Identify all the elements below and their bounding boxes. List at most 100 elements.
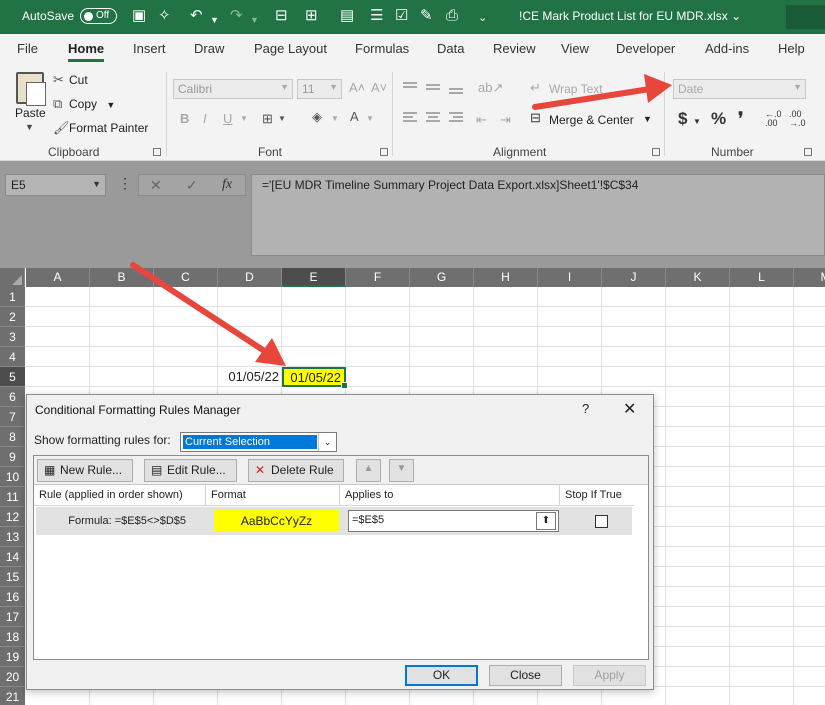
decrease-decimal-icon[interactable]: .00 →.0 [789, 110, 806, 128]
column-header-g[interactable]: G [410, 268, 474, 287]
column-header-d[interactable]: D [218, 268, 282, 287]
row-header-1[interactable]: 1 [0, 287, 25, 307]
close-icon[interactable]: ✕ [623, 399, 636, 419]
tab-file[interactable]: File [17, 41, 38, 56]
row-header-15[interactable]: 15 [0, 567, 25, 587]
column-header-a[interactable]: A [26, 268, 90, 287]
row-header-17[interactable]: 17 [0, 607, 25, 627]
paste-dropdown-icon[interactable]: ▼ [25, 122, 34, 132]
wrap-text-button[interactable]: Wrap Text [549, 82, 603, 96]
row-header-11[interactable]: 11 [0, 487, 25, 507]
cut-button[interactable]: ✂ Cut [53, 72, 88, 88]
row-header-3[interactable]: 3 [0, 327, 25, 347]
row-header-16[interactable]: 16 [0, 587, 25, 607]
underline-dropdown-icon[interactable]: ▼ [240, 114, 248, 123]
move-up-button[interactable]: ▲ [356, 459, 381, 482]
tab-view[interactable]: View [561, 41, 589, 56]
row-header-19[interactable]: 19 [0, 647, 25, 667]
font-launcher-icon[interactable] [380, 148, 388, 156]
name-box[interactable]: E5 ▼ [5, 174, 106, 196]
currency-dropdown-icon[interactable]: ▼ [693, 117, 701, 126]
font-size-select[interactable]: 11 ▼ [297, 79, 342, 99]
format-icon[interactable]: ⊟ [275, 7, 288, 25]
help-button[interactable]: ? [582, 401, 589, 416]
row-header-9[interactable]: 9 [0, 447, 25, 467]
row-header-8[interactable]: 8 [0, 427, 25, 447]
undo-icon[interactable]: ↶ [190, 7, 203, 25]
cancel-icon[interactable]: ✕ [150, 177, 162, 194]
insert-function-icon[interactable]: fx [222, 177, 232, 193]
row-header-2[interactable]: 2 [0, 307, 25, 327]
tab-formulas[interactable]: Formulas [355, 41, 409, 56]
delete-rule-button[interactable]: ✕ Delete Rule [248, 459, 344, 482]
redo-dropdown-icon[interactable]: ▼ [250, 11, 259, 29]
clipboard-launcher-icon[interactable] [153, 148, 161, 156]
table-row[interactable]: Formula: =$E$5<>$D$5 AaBbCcYyZz =$E$5 ⬆ [36, 507, 632, 535]
check-icon[interactable]: ☑ [395, 7, 408, 25]
column-header-k[interactable]: K [666, 268, 730, 287]
percent-icon[interactable]: % [711, 109, 726, 129]
increase-font-icon[interactable]: A˄ [349, 80, 365, 95]
paste-button[interactable]: Paste [15, 106, 46, 120]
autosave-toggle[interactable]: Off [80, 8, 117, 24]
tab-page-layout[interactable]: Page Layout [254, 41, 327, 56]
sheet-icon[interactable]: ▤ [340, 7, 354, 25]
ok-button[interactable]: OK [405, 665, 478, 686]
redo-icon[interactable]: ↷ [230, 7, 243, 25]
fill-color-icon[interactable]: ◈ [312, 109, 322, 125]
customize-qat-icon[interactable]: ⌄ [478, 9, 487, 27]
select-all-corner[interactable] [0, 268, 25, 287]
tab-draw[interactable]: Draw [194, 41, 224, 56]
column-header-f[interactable]: F [346, 268, 410, 287]
row-header-10[interactable]: 10 [0, 467, 25, 487]
underline-icon[interactable]: U [223, 111, 232, 126]
copy-dropdown-icon[interactable]: ▼ [106, 100, 115, 110]
merge-dropdown-icon[interactable]: ▼ [643, 114, 652, 124]
row-header-14[interactable]: 14 [0, 547, 25, 567]
search-box[interactable] [786, 5, 825, 29]
italic-icon[interactable]: I [203, 111, 207, 126]
tab-add-ins[interactable]: Add-ins [705, 41, 749, 56]
more-options-icon[interactable]: ⋮ [118, 175, 132, 192]
number-launcher-icon[interactable] [804, 148, 812, 156]
new-rule-button[interactable]: ▦ New Rule... [37, 459, 133, 482]
column-header-c[interactable]: C [154, 268, 218, 287]
undo-dropdown-icon[interactable]: ▼ [210, 11, 219, 29]
apply-button[interactable]: Apply [573, 665, 646, 686]
tab-review[interactable]: Review [493, 41, 536, 56]
decrease-indent-icon[interactable]: ⇤ [476, 112, 487, 128]
tab-help[interactable]: Help [778, 41, 805, 56]
borders-icon[interactable]: ⊞ [262, 111, 273, 127]
row-header-13[interactable]: 13 [0, 527, 25, 547]
row-header-7[interactable]: 7 [0, 407, 25, 427]
save-icon[interactable]: ▣ [132, 7, 146, 25]
increase-indent-icon[interactable]: ⇥ [500, 112, 511, 128]
tab-developer[interactable]: Developer [616, 41, 675, 56]
borders-dropdown-icon[interactable]: ▼ [278, 114, 286, 123]
stop-if-true-checkbox[interactable] [595, 515, 608, 528]
alignment-launcher-icon[interactable] [652, 148, 660, 156]
row-header-20[interactable]: 20 [0, 667, 25, 687]
table-icon[interactable]: ⊞ [305, 7, 318, 25]
move-down-button[interactable]: ▼ [389, 459, 414, 482]
close-button[interactable]: Close [489, 665, 562, 686]
row-header-6[interactable]: 6 [0, 387, 25, 407]
formula-input[interactable]: ='[EU MDR Timeline Summary Project Data … [251, 174, 825, 256]
row-header-4[interactable]: 4 [0, 347, 25, 367]
print-icon[interactable]: ⎙ [446, 7, 458, 25]
title-caret-icon[interactable]: ⌄ [731, 9, 741, 23]
note-icon[interactable]: ✎ [420, 7, 433, 25]
cell-e5[interactable]: 01/05/22 [282, 367, 348, 389]
merge-center-button[interactable]: Merge & Center [549, 113, 634, 127]
row-header-18[interactable]: 18 [0, 627, 25, 647]
decrease-font-icon[interactable]: A˅ [371, 80, 387, 95]
font-color-dropdown-icon[interactable]: ▼ [366, 114, 374, 123]
orientation-icon[interactable]: ab↗ [478, 80, 503, 96]
tab-insert[interactable]: Insert [133, 41, 166, 56]
row-header-12[interactable]: 12 [0, 507, 25, 527]
column-header-j[interactable]: J [602, 268, 666, 287]
row-header-5[interactable]: 5 [0, 367, 25, 387]
column-header-l[interactable]: L [730, 268, 794, 287]
enter-icon[interactable]: ✓ [186, 177, 198, 194]
font-color-icon[interactable]: A [350, 109, 359, 124]
